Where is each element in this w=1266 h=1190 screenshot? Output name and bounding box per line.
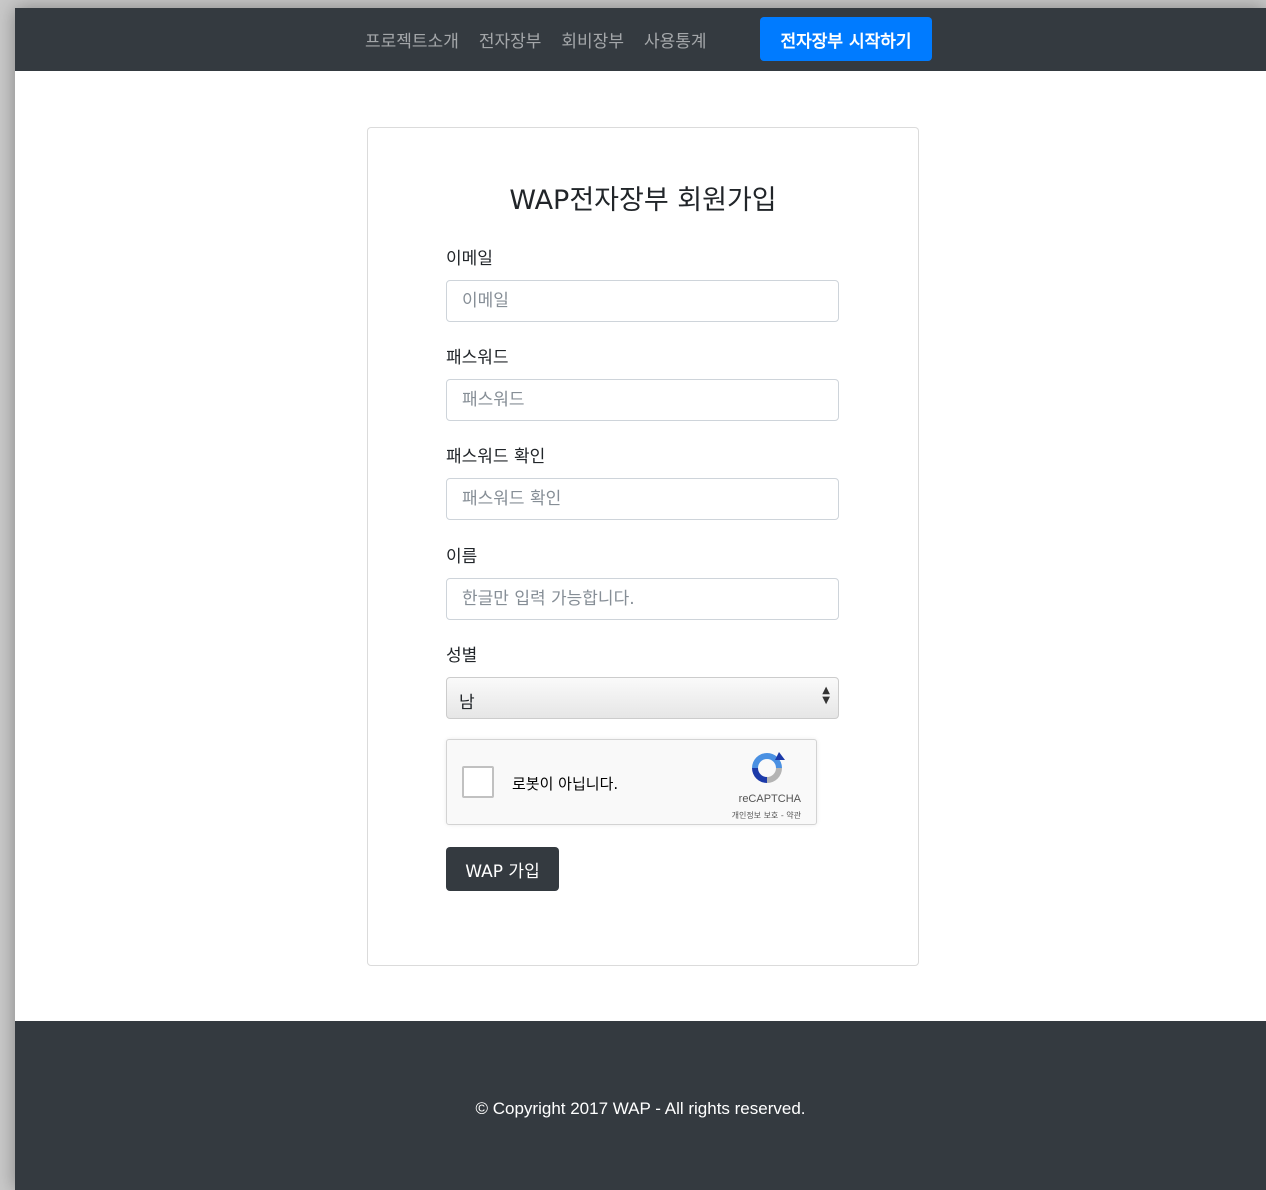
signup-submit-button[interactable]: WAP 가입 [446,847,559,891]
recaptcha-checkbox[interactable] [462,766,494,798]
nav-link-usage-stats[interactable]: 사용통계 [644,27,707,52]
nav-link-fee-ledger[interactable]: 회비장부 [561,27,624,52]
nav-links: 프로젝트소개 전자장부 회비장부 사용통계 [365,8,727,71]
navbar: 프로젝트소개 전자장부 회비장부 사용통계 전자장부 시작하기 [15,8,1266,71]
start-ledger-button[interactable]: 전자장부 시작하기 [760,17,932,61]
recaptcha-logo-icon [752,752,785,783]
page-title: WAP전자장부 회원가입 [509,185,777,216]
signup-card: WAP전자장부 회원가입 이메일 패스워드 패스워드 확인 이름 성별 남 ▲▼… [367,127,919,966]
nav-link-ledger[interactable]: 전자장부 [479,27,542,52]
name-field[interactable] [446,578,839,620]
gender-select-value: 남 [459,693,475,713]
name-label: 이름 [446,547,478,567]
recaptcha-label: 로봇이 아닙니다. [512,775,619,793]
recaptcha-widget: 로봇이 아닙니다. reCAPTCHA 개인정보 보호 - 약관 [446,739,817,825]
copyright-text: © Copyright 2017 WAP - All rights reserv… [475,1099,806,1118]
recaptcha-terms-link[interactable]: 개인정보 보호 - 약관 [732,810,801,821]
browser-window: 프로젝트소개 전자장부 회비장부 사용통계 전자장부 시작하기 WAP전자장부 … [15,8,1266,1190]
recaptcha-brand: reCAPTCHA [738,793,801,805]
footer: © Copyright 2017 WAP - All rights reserv… [15,1021,1266,1190]
email-label: 이메일 [446,249,493,269]
password-confirm-field[interactable] [446,478,839,520]
gender-select[interactable]: 남 ▲ ▼ [446,677,839,719]
password-confirm-label: 패스워드 확인 [446,447,546,467]
select-arrows-icon: ▲ ▼ [822,685,830,706]
password-field[interactable] [446,379,839,421]
nav-link-project-intro[interactable]: 프로젝트소개 [365,27,459,52]
password-label: 패스워드 [446,348,509,368]
email-field[interactable] [446,280,839,322]
gender-label: 성별 [446,646,478,666]
